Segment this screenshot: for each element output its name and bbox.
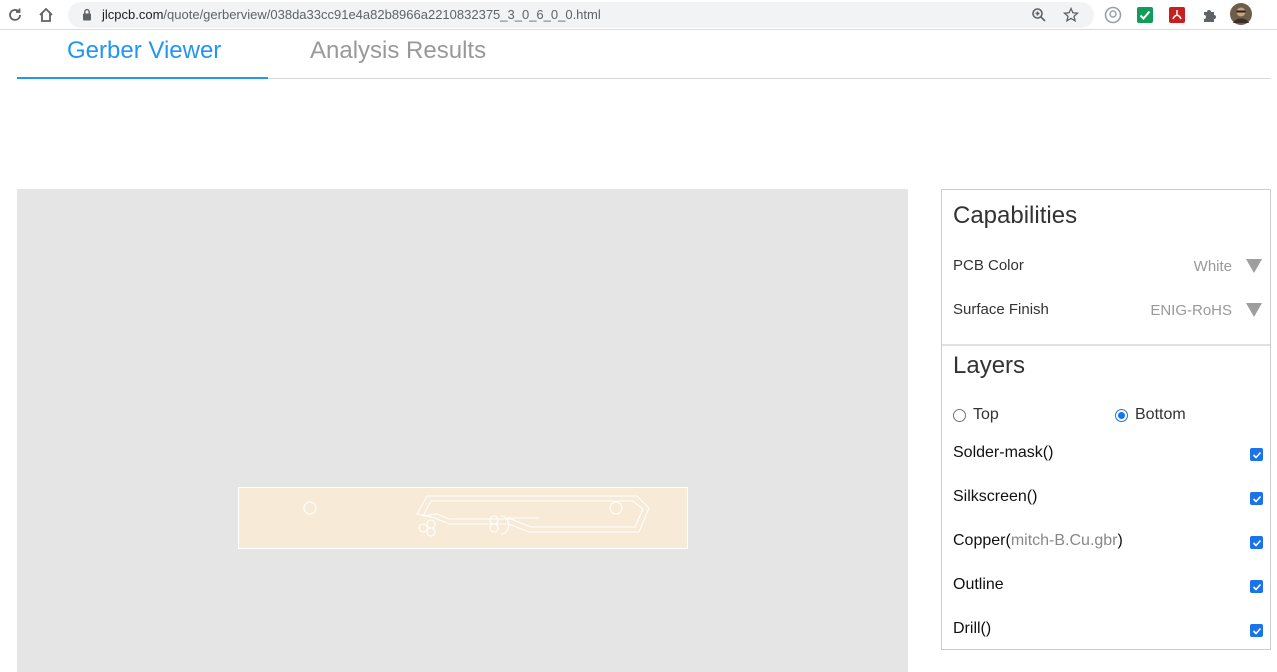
url-path: /quote/gerberview/038da33cc91e4a82b8966a… bbox=[163, 7, 601, 22]
capabilities-title: Capabilities bbox=[953, 202, 1078, 229]
layer-copper-label: Copper( bbox=[953, 532, 1011, 549]
layer-solder-mask-checkbox[interactable] bbox=[1250, 448, 1263, 461]
layer-copper-checkbox[interactable] bbox=[1250, 536, 1263, 549]
layer-outline-label: Outline bbox=[953, 576, 1004, 593]
browser-toolbar: jlcpcb.com/quote/gerberview/038da33cc91e… bbox=[0, 0, 1277, 30]
active-tab-indicator bbox=[17, 77, 268, 79]
github-extension-icon[interactable] bbox=[1103, 5, 1123, 25]
pcb-color-label: PCB Color bbox=[953, 257, 1024, 274]
profile-avatar[interactable] bbox=[1230, 3, 1252, 25]
layer-drill-checkbox[interactable] bbox=[1250, 624, 1263, 637]
lock-icon[interactable] bbox=[82, 8, 92, 26]
layer-solder-mask-label: Solder-mask() bbox=[953, 444, 1054, 461]
side-radio-top[interactable]: Top bbox=[953, 406, 999, 424]
radio-top-icon[interactable] bbox=[953, 408, 966, 422]
side-radio-bottom[interactable]: Bottom bbox=[1115, 406, 1186, 424]
address-bar[interactable]: jlcpcb.com/quote/gerberview/038da33cc91e… bbox=[68, 2, 1094, 28]
pcb-color-dropdown-icon[interactable] bbox=[1246, 259, 1262, 273]
layer-silkscreen-checkbox[interactable] bbox=[1250, 492, 1263, 505]
layer-drill-label: Drill() bbox=[953, 620, 992, 637]
gerber-viewer-canvas[interactable] bbox=[17, 189, 908, 672]
surface-finish-value[interactable]: ENIG-RoHS bbox=[1150, 302, 1232, 319]
pcb-traces bbox=[303, 495, 650, 537]
view-tabs: Gerber Viewer Analysis Results bbox=[17, 31, 1271, 79]
tab-analysis-results[interactable]: Analysis Results bbox=[310, 37, 486, 65]
reload-icon[interactable] bbox=[5, 5, 25, 25]
radio-bottom-icon[interactable] bbox=[1115, 408, 1128, 422]
layer-silkscreen[interactable]: Silkscreen() bbox=[953, 488, 1263, 508]
pcb-board-render bbox=[238, 487, 688, 549]
radio-bottom-label: Bottom bbox=[1135, 406, 1186, 423]
url-text: jlcpcb.com/quote/gerberview/038da33cc91e… bbox=[102, 7, 601, 22]
panel-divider bbox=[942, 344, 1270, 346]
layer-outline-checkbox[interactable] bbox=[1250, 580, 1263, 593]
layer-copper-filename: mitch-B.Cu.gbr bbox=[1010, 532, 1118, 549]
surface-finish-label: Surface Finish bbox=[953, 301, 1049, 318]
tab-gerber-viewer[interactable]: Gerber Viewer bbox=[67, 37, 221, 65]
layers-title: Layers bbox=[953, 352, 1026, 379]
layer-silkscreen-label: Silkscreen() bbox=[953, 488, 1038, 505]
url-host: jlcpcb.com bbox=[102, 7, 164, 22]
surface-finish-dropdown-icon[interactable] bbox=[1246, 303, 1262, 317]
options-panel: Capabilities PCB Color White Surface Fin… bbox=[941, 189, 1271, 650]
home-icon[interactable] bbox=[36, 5, 56, 25]
layer-copper[interactable]: Copper(mitch-B.Cu.gbr) bbox=[953, 532, 1263, 552]
layer-drill[interactable]: Drill() bbox=[953, 620, 1263, 640]
checkmark-extension-icon[interactable] bbox=[1135, 5, 1155, 25]
radio-top-label: Top bbox=[973, 406, 999, 423]
puzzle-extensions-icon[interactable] bbox=[1199, 5, 1219, 25]
layer-solder-mask[interactable]: Solder-mask() bbox=[953, 444, 1263, 464]
layer-outline[interactable]: Outline bbox=[953, 576, 1263, 596]
pcb-color-value[interactable]: White bbox=[1194, 258, 1232, 275]
zoom-icon[interactable] bbox=[1030, 6, 1048, 24]
bookmark-star-icon[interactable] bbox=[1062, 6, 1080, 24]
pdf-extension-icon[interactable] bbox=[1167, 5, 1187, 25]
layer-copper-suffix: ) bbox=[1117, 532, 1123, 549]
